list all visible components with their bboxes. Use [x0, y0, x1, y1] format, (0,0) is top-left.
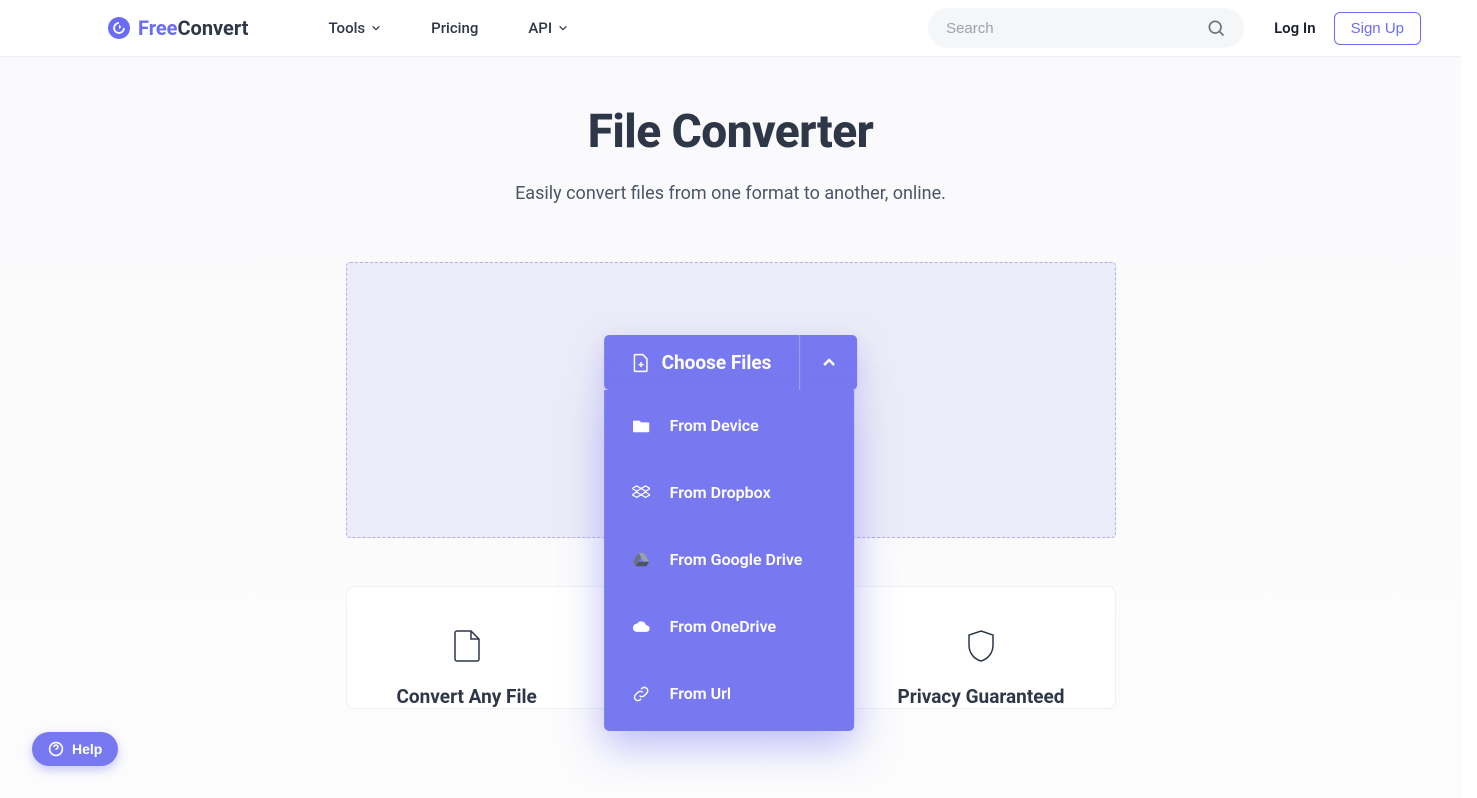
upload-source-menu: From Device From Dropbox From Google Dri… [604, 390, 854, 731]
folder-icon [632, 418, 650, 434]
help-icon [48, 741, 64, 757]
source-gdrive-label: From Google Drive [670, 550, 803, 569]
chevron-up-icon [821, 355, 837, 371]
chevron-down-icon [371, 23, 381, 33]
onedrive-icon [632, 619, 650, 635]
source-gdrive[interactable]: From Google Drive [604, 526, 854, 593]
logo[interactable]: FreeConvert [108, 16, 248, 40]
signup-button[interactable]: Sign Up [1334, 12, 1421, 45]
source-dropbox-label: From Dropbox [670, 483, 771, 502]
help-button[interactable]: Help [32, 732, 118, 766]
page-subtitle: Easily convert files from one format to … [0, 183, 1461, 204]
dropzone[interactable]: Choose Files From Device From Dropbox [346, 262, 1116, 538]
nav-pricing[interactable]: Pricing [431, 19, 478, 37]
source-url[interactable]: From Url [604, 660, 854, 731]
main-nav: Tools Pricing API [328, 19, 568, 37]
gdrive-icon [632, 552, 650, 568]
logo-icon [108, 17, 130, 39]
source-onedrive[interactable]: From OneDrive [604, 593, 854, 660]
source-dropbox[interactable]: From Dropbox [604, 459, 854, 526]
nav-tools-label: Tools [328, 19, 365, 37]
auth-buttons: Log In Sign Up [1274, 12, 1421, 45]
dropbox-icon [632, 485, 650, 501]
nav-api[interactable]: API [528, 19, 568, 37]
source-url-label: From Url [670, 684, 731, 703]
link-icon [632, 686, 650, 702]
nav-tools[interactable]: Tools [328, 19, 381, 37]
shield-icon [966, 629, 996, 663]
page-title: File Converter [0, 105, 1461, 159]
source-onedrive-label: From OneDrive [670, 617, 777, 636]
feature-convert-title: Convert Any File [397, 685, 537, 708]
nav-api-label: API [528, 19, 552, 37]
choose-files-label: Choose Files [662, 351, 772, 374]
search-box[interactable] [928, 8, 1244, 48]
nav-pricing-label: Pricing [431, 19, 478, 37]
main-content: File Converter Easily convert files from… [0, 57, 1461, 709]
feature-privacy: Privacy Guaranteed [898, 629, 1065, 708]
file-plus-icon [632, 353, 650, 373]
help-label: Help [72, 741, 102, 757]
search-icon [1206, 18, 1226, 38]
choose-files-wrapper: Choose Files From Device From Dropbox [604, 335, 858, 731]
chevron-down-icon [558, 23, 568, 33]
source-device-label: From Device [670, 416, 759, 435]
feature-convert: Convert Any File [397, 629, 537, 708]
choose-files-button[interactable]: Choose Files [604, 335, 800, 390]
choose-files-toggle[interactable] [799, 335, 857, 390]
header: FreeConvert Tools Pricing API Log In Sig… [0, 0, 1461, 57]
choose-files-button-group: Choose Files [604, 335, 858, 390]
logo-text: FreeConvert [138, 16, 248, 40]
source-device[interactable]: From Device [604, 390, 854, 459]
login-link[interactable]: Log In [1274, 19, 1316, 37]
feature-privacy-title: Privacy Guaranteed [898, 685, 1065, 708]
file-icon [452, 629, 482, 663]
search-input[interactable] [946, 20, 1206, 37]
